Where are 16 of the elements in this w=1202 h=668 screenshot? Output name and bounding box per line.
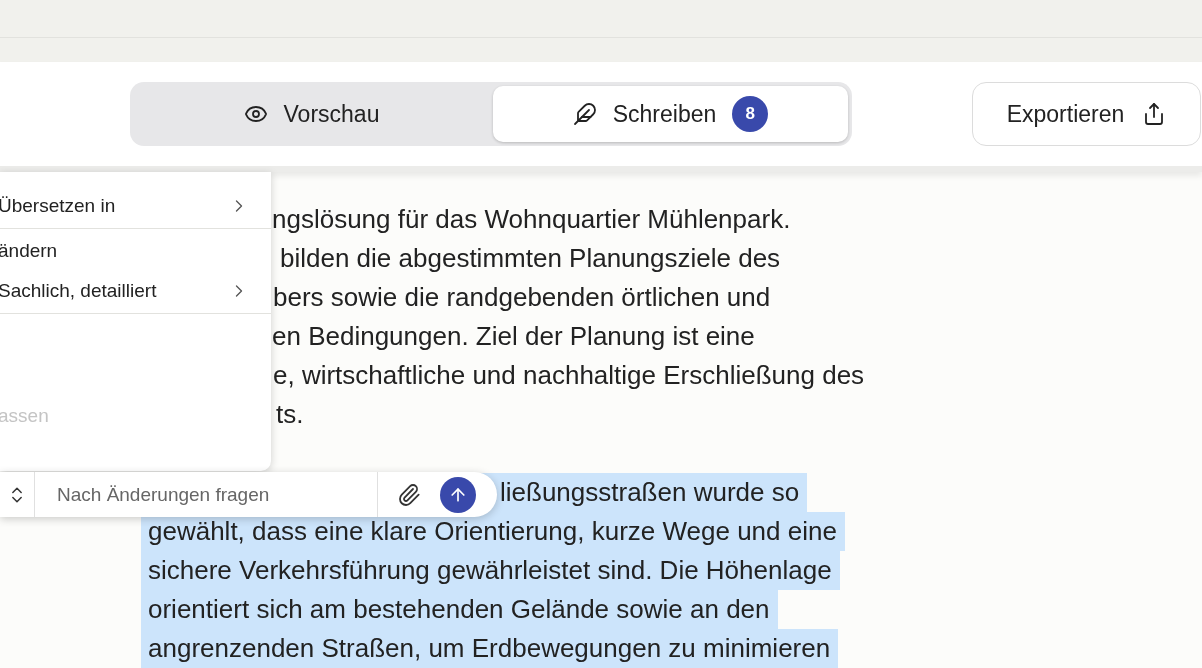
document-text-line: ts. (275, 398, 305, 431)
tab[interactable]: Vorschau (134, 86, 489, 142)
tab[interactable]: Schreiben 8 (493, 86, 848, 142)
document-text-line: e, wirtschaftliche und nachhaltige Erschließung des (272, 359, 866, 392)
send-button[interactable] (440, 476, 476, 513)
document-text-line: en Bedingungen. Ziel der Planung ist eine (271, 320, 756, 353)
feather-icon (572, 102, 597, 126)
input-field[interactable]: Nach Änderungen fragen (35, 472, 378, 517)
chat-input-bar[interactable]: Nach Änderungen fragen (0, 472, 497, 517)
document-text-line: bilden die abgestimmten Planungsziele des (279, 242, 782, 275)
paperclip-icon (397, 482, 421, 507)
export-button[interactable]: Exportieren (972, 82, 1201, 146)
count-badge: 8 (732, 96, 769, 132)
document-text-line: bers sowie die randgebenden örtlichen und (272, 281, 772, 314)
document-text-line: ngslösung für das Wohnquartier Mühlenpark. (271, 203, 792, 236)
menu-item[interactable]: Übersetzen in (0, 186, 269, 226)
